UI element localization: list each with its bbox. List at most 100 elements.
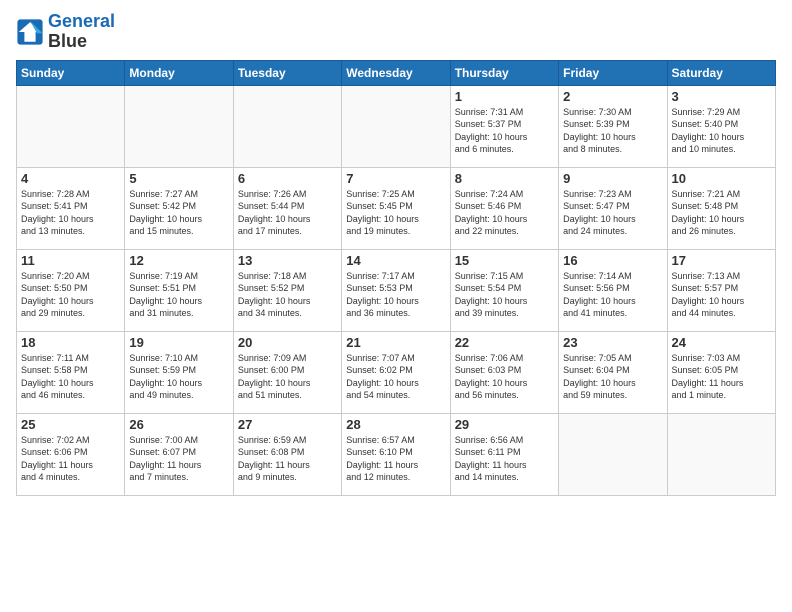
day-info: Sunrise: 7:03 AM Sunset: 6:05 PM Dayligh… xyxy=(672,352,771,402)
day-number: 9 xyxy=(563,171,662,186)
day-number: 5 xyxy=(129,171,228,186)
day-info: Sunrise: 7:19 AM Sunset: 5:51 PM Dayligh… xyxy=(129,270,228,320)
day-info: Sunrise: 7:02 AM Sunset: 6:06 PM Dayligh… xyxy=(21,434,120,484)
day-number: 22 xyxy=(455,335,554,350)
day-info: Sunrise: 7:11 AM Sunset: 5:58 PM Dayligh… xyxy=(21,352,120,402)
day-info: Sunrise: 6:59 AM Sunset: 6:08 PM Dayligh… xyxy=(238,434,337,484)
day-info: Sunrise: 7:27 AM Sunset: 5:42 PM Dayligh… xyxy=(129,188,228,238)
day-info: Sunrise: 6:56 AM Sunset: 6:11 PM Dayligh… xyxy=(455,434,554,484)
day-info: Sunrise: 7:18 AM Sunset: 5:52 PM Dayligh… xyxy=(238,270,337,320)
day-number: 8 xyxy=(455,171,554,186)
calendar-cell: 5 Sunrise: 7:27 AM Sunset: 5:42 PM Daylig… xyxy=(125,167,233,249)
calendar-cell: 19 Sunrise: 7:10 AM Sunset: 5:59 PM Dayli… xyxy=(125,331,233,413)
calendar-cell: 24 Sunrise: 7:03 AM Sunset: 6:05 PM Dayli… xyxy=(667,331,775,413)
logo-text: General Blue xyxy=(48,12,115,52)
header-row: SundayMondayTuesdayWednesdayThursdayFrid… xyxy=(17,60,776,85)
day-number: 10 xyxy=(672,171,771,186)
calendar-cell: 1Sunrise: 7:31 AM Sunset: 5:37 PM Daylig… xyxy=(450,85,558,167)
calendar-cell: 21Sunrise: 7:07 AM Sunset: 6:02 PM Dayli… xyxy=(342,331,450,413)
day-header-monday: Monday xyxy=(125,60,233,85)
week-row-5: 25Sunrise: 7:02 AM Sunset: 6:06 PM Dayli… xyxy=(17,413,776,495)
calendar-cell: 15 Sunrise: 7:15 AM Sunset: 5:54 PM Dayli… xyxy=(450,249,558,331)
day-info: Sunrise: 7:29 AM Sunset: 5:40 PM Dayligh… xyxy=(672,106,771,156)
day-header-saturday: Saturday xyxy=(667,60,775,85)
calendar-cell: 20 Sunrise: 7:09 AM Sunset: 6:00 PM Dayli… xyxy=(233,331,341,413)
day-info: Sunrise: 7:28 AM Sunset: 5:41 PM Dayligh… xyxy=(21,188,120,238)
day-info: Sunrise: 7:00 AM Sunset: 6:07 PM Dayligh… xyxy=(129,434,228,484)
day-number: 1 xyxy=(455,89,554,104)
calendar-cell: 11 Sunrise: 7:20 AM Sunset: 5:50 PM Dayli… xyxy=(17,249,125,331)
week-row-3: 11 Sunrise: 7:20 AM Sunset: 5:50 PM Dayli… xyxy=(17,249,776,331)
day-number: 11 xyxy=(21,253,120,268)
calendar-cell: 12 Sunrise: 7:19 AM Sunset: 5:51 PM Dayli… xyxy=(125,249,233,331)
calendar-table: SundayMondayTuesdayWednesdayThursdayFrid… xyxy=(16,60,776,496)
day-info: Sunrise: 7:05 AM Sunset: 6:04 PM Dayligh… xyxy=(563,352,662,402)
calendar-cell: 3 Sunrise: 7:29 AM Sunset: 5:40 PM Daylig… xyxy=(667,85,775,167)
day-number: 15 xyxy=(455,253,554,268)
day-info: Sunrise: 7:20 AM Sunset: 5:50 PM Dayligh… xyxy=(21,270,120,320)
day-info: Sunrise: 7:10 AM Sunset: 5:59 PM Dayligh… xyxy=(129,352,228,402)
day-info: Sunrise: 7:30 AM Sunset: 5:39 PM Dayligh… xyxy=(563,106,662,156)
day-info: Sunrise: 7:09 AM Sunset: 6:00 PM Dayligh… xyxy=(238,352,337,402)
day-info: Sunrise: 7:15 AM Sunset: 5:54 PM Dayligh… xyxy=(455,270,554,320)
day-number: 3 xyxy=(672,89,771,104)
calendar-cell: 4Sunrise: 7:28 AM Sunset: 5:41 PM Daylig… xyxy=(17,167,125,249)
day-number: 24 xyxy=(672,335,771,350)
day-info: Sunrise: 7:13 AM Sunset: 5:57 PM Dayligh… xyxy=(672,270,771,320)
calendar-cell: 17 Sunrise: 7:13 AM Sunset: 5:57 PM Dayli… xyxy=(667,249,775,331)
day-header-sunday: Sunday xyxy=(17,60,125,85)
day-number: 19 xyxy=(129,335,228,350)
calendar-cell: 18 Sunrise: 7:11 AM Sunset: 5:58 PM Dayli… xyxy=(17,331,125,413)
calendar-cell: 22Sunrise: 7:06 AM Sunset: 6:03 PM Dayli… xyxy=(450,331,558,413)
calendar-cell xyxy=(233,85,341,167)
day-number: 14 xyxy=(346,253,445,268)
header: General Blue xyxy=(16,12,776,52)
day-info: Sunrise: 7:17 AM Sunset: 5:53 PM Dayligh… xyxy=(346,270,445,320)
calendar-cell: 13 Sunrise: 7:18 AM Sunset: 5:52 PM Dayli… xyxy=(233,249,341,331)
day-header-friday: Friday xyxy=(559,60,667,85)
calendar-cell: 2Sunrise: 7:30 AM Sunset: 5:39 PM Daylig… xyxy=(559,85,667,167)
day-number: 23 xyxy=(563,335,662,350)
day-info: Sunrise: 7:21 AM Sunset: 5:48 PM Dayligh… xyxy=(672,188,771,238)
calendar-cell: 23 Sunrise: 7:05 AM Sunset: 6:04 PM Dayli… xyxy=(559,331,667,413)
calendar-cell: 16 Sunrise: 7:14 AM Sunset: 5:56 PM Dayli… xyxy=(559,249,667,331)
day-info: Sunrise: 7:14 AM Sunset: 5:56 PM Dayligh… xyxy=(563,270,662,320)
day-number: 12 xyxy=(129,253,228,268)
calendar-cell xyxy=(342,85,450,167)
day-number: 16 xyxy=(563,253,662,268)
logo-icon xyxy=(16,18,44,46)
day-number: 6 xyxy=(238,171,337,186)
week-row-2: 4Sunrise: 7:28 AM Sunset: 5:41 PM Daylig… xyxy=(17,167,776,249)
day-header-thursday: Thursday xyxy=(450,60,558,85)
day-number: 29 xyxy=(455,417,554,432)
day-header-wednesday: Wednesday xyxy=(342,60,450,85)
calendar-cell: 8 Sunrise: 7:24 AM Sunset: 5:46 PM Daylig… xyxy=(450,167,558,249)
day-info: Sunrise: 7:25 AM Sunset: 5:45 PM Dayligh… xyxy=(346,188,445,238)
calendar-cell: 26 Sunrise: 7:00 AM Sunset: 6:07 PM Dayli… xyxy=(125,413,233,495)
calendar-cell xyxy=(17,85,125,167)
calendar-cell: 6 Sunrise: 7:26 AM Sunset: 5:44 PM Daylig… xyxy=(233,167,341,249)
day-number: 26 xyxy=(129,417,228,432)
day-number: 20 xyxy=(238,335,337,350)
day-info: Sunrise: 7:26 AM Sunset: 5:44 PM Dayligh… xyxy=(238,188,337,238)
calendar-cell xyxy=(559,413,667,495)
day-number: 13 xyxy=(238,253,337,268)
calendar-cell: 28 Sunrise: 6:57 AM Sunset: 6:10 PM Dayli… xyxy=(342,413,450,495)
calendar-cell: 25Sunrise: 7:02 AM Sunset: 6:06 PM Dayli… xyxy=(17,413,125,495)
day-info: Sunrise: 7:23 AM Sunset: 5:47 PM Dayligh… xyxy=(563,188,662,238)
day-number: 18 xyxy=(21,335,120,350)
calendar-cell xyxy=(667,413,775,495)
day-number: 7 xyxy=(346,171,445,186)
page: General Blue SundayMondayTuesdayWednesda… xyxy=(0,0,792,612)
day-header-tuesday: Tuesday xyxy=(233,60,341,85)
calendar-cell: 10 Sunrise: 7:21 AM Sunset: 5:48 PM Dayli… xyxy=(667,167,775,249)
day-info: Sunrise: 6:57 AM Sunset: 6:10 PM Dayligh… xyxy=(346,434,445,484)
day-number: 27 xyxy=(238,417,337,432)
day-info: Sunrise: 7:07 AM Sunset: 6:02 PM Dayligh… xyxy=(346,352,445,402)
day-number: 17 xyxy=(672,253,771,268)
day-number: 28 xyxy=(346,417,445,432)
calendar-cell xyxy=(125,85,233,167)
week-row-4: 18 Sunrise: 7:11 AM Sunset: 5:58 PM Dayli… xyxy=(17,331,776,413)
calendar-cell: 9 Sunrise: 7:23 AM Sunset: 5:47 PM Daylig… xyxy=(559,167,667,249)
day-info: Sunrise: 7:24 AM Sunset: 5:46 PM Dayligh… xyxy=(455,188,554,238)
